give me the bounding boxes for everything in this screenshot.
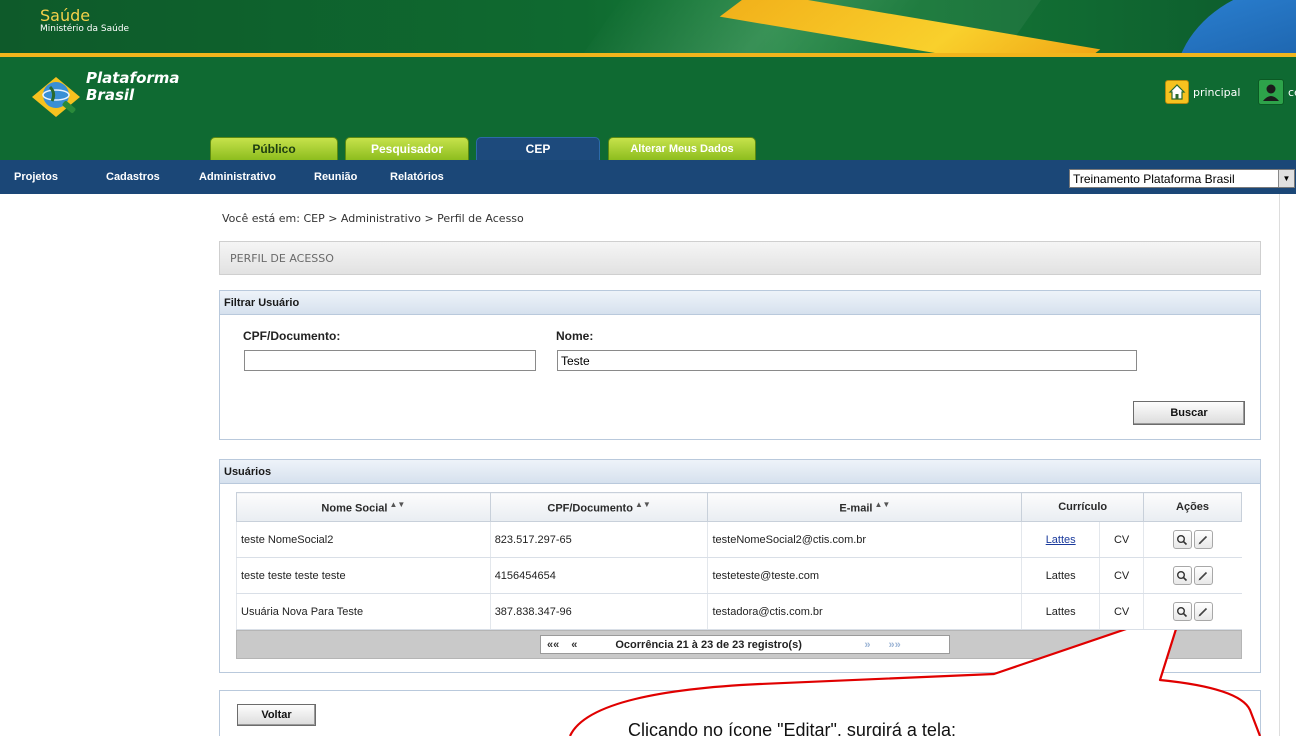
- tab-alterar-meus-dados[interactable]: Alterar Meus Dados: [608, 137, 756, 161]
- nav-item-administrativo[interactable]: Administrativo: [199, 160, 276, 194]
- filter-panel-title: Filtrar Usuário: [220, 291, 1260, 315]
- nome-label: Nome:: [556, 329, 594, 343]
- chevron-down-icon[interactable]: ▼: [1278, 170, 1294, 187]
- cpf-label: CPF/Documento:: [243, 329, 341, 343]
- cell-email: testeNomeSocial2@ctis.com.br: [707, 521, 1022, 558]
- cell-lattes: Lattes: [1021, 557, 1100, 594]
- edit-pencil-icon[interactable]: [1193, 602, 1213, 621]
- users-panel-title: Usuários: [220, 460, 1260, 484]
- cell-cpf: 823.517.297-65: [489, 521, 708, 558]
- user-icon: [1258, 79, 1284, 105]
- pager-first-button[interactable]: ««: [547, 639, 559, 651]
- cell-nome: teste NomeSocial2: [236, 521, 491, 558]
- app-header: Plataforma Brasil principal cent Público…: [0, 57, 1296, 161]
- edit-pencil-icon[interactable]: [1193, 566, 1213, 585]
- plataforma-brasil-logo-icon: [32, 77, 80, 117]
- logo-text-plataforma: Plataforma: [86, 69, 180, 87]
- banner-blue-curve: [1169, 0, 1296, 57]
- edit-pencil-icon[interactable]: [1193, 530, 1213, 549]
- sort-icon: ▲▼: [389, 499, 406, 509]
- cell-cv: CV: [1099, 521, 1144, 558]
- home-link[interactable]: principal: [1165, 79, 1240, 105]
- search-button[interactable]: Buscar: [1133, 401, 1245, 425]
- lattes-link[interactable]: Lattes: [1046, 534, 1076, 546]
- breadcrumb: Você está em: CEP > Administrativo > Per…: [222, 212, 524, 225]
- table-row: teste NomeSocial2 823.517.297-65 testeNo…: [236, 521, 1242, 558]
- page-title: PERFIL DE ACESSO: [219, 241, 1261, 275]
- nav-item-projetos[interactable]: Projetos: [14, 160, 58, 194]
- view-magnifier-icon[interactable]: [1172, 602, 1192, 621]
- home-link-label: principal: [1193, 85, 1241, 99]
- column-header-cpf[interactable]: CPF/Documento ▲▼: [489, 492, 709, 522]
- table-row: teste teste teste teste 4156454654 teste…: [236, 557, 1242, 594]
- cell-cpf: 387.838.347-96: [489, 593, 708, 630]
- home-icon: [1165, 80, 1189, 104]
- nav-item-cadastros[interactable]: Cadastros: [106, 160, 160, 194]
- tab-cep[interactable]: CEP: [476, 137, 600, 161]
- nome-input[interactable]: [557, 350, 1137, 371]
- user-center-link[interactable]: cent: [1258, 77, 1296, 107]
- nav-item-reuniao[interactable]: Reunião: [314, 160, 357, 194]
- view-magnifier-icon[interactable]: [1172, 566, 1192, 585]
- nav-item-relatorios[interactable]: Relatórios: [390, 160, 444, 194]
- filter-panel: Filtrar Usuário CPF/Documento: Nome: Bus…: [219, 290, 1261, 440]
- cpf-input[interactable]: [244, 350, 536, 371]
- sort-icon: ▲▼: [634, 499, 651, 509]
- cell-email: testadora@ctis.com.br: [707, 593, 1022, 630]
- institution-select-value: Treinamento Plataforma Brasil: [1073, 171, 1235, 186]
- government-title: Saúde: [40, 6, 91, 25]
- institution-select[interactable]: Treinamento Plataforma Brasil ▼: [1069, 169, 1295, 188]
- column-header-acoes: Ações: [1143, 492, 1242, 522]
- cell-cpf: 4156454654: [489, 557, 708, 594]
- cell-email: testeteste@teste.com: [707, 557, 1022, 594]
- column-header-email[interactable]: E-mail ▲▼: [707, 492, 1023, 522]
- cell-nome: teste teste teste teste: [236, 557, 491, 594]
- users-table: Nome Social ▲▼ CPF/Documento ▲▼ E-mail ▲▼ C…: [236, 492, 1242, 630]
- sort-icon: ▲▼: [874, 499, 891, 509]
- government-banner: Saúde Ministério da Saúde: [0, 0, 1296, 57]
- column-header-nome-social[interactable]: Nome Social ▲▼: [236, 492, 491, 522]
- annotation-callout-text: Clicando no ícone "Editar", surgirá a te…: [628, 720, 956, 736]
- cell-cv: CV: [1099, 557, 1144, 594]
- logo-text-brasil: Brasil: [86, 86, 135, 104]
- government-subtitle: Ministério da Saúde: [40, 24, 130, 34]
- view-magnifier-icon[interactable]: [1172, 530, 1192, 549]
- tab-publico[interactable]: Público: [210, 137, 338, 161]
- cell-nome: Usuária Nova Para Teste: [236, 593, 491, 630]
- table-row: Usuária Nova Para Teste 387.838.347-96 t…: [236, 593, 1242, 630]
- cell-lattes: Lattes: [1021, 593, 1100, 630]
- tab-pesquisador[interactable]: Pesquisador: [345, 137, 469, 161]
- user-center-link-label: cent: [1288, 85, 1296, 99]
- back-button[interactable]: Voltar: [237, 704, 316, 726]
- column-header-curriculo: Currículo: [1021, 492, 1145, 522]
- cell-cv: CV: [1099, 593, 1144, 630]
- table-header-row: Nome Social ▲▼ CPF/Documento ▲▼ E-mail ▲▼ C…: [236, 492, 1242, 522]
